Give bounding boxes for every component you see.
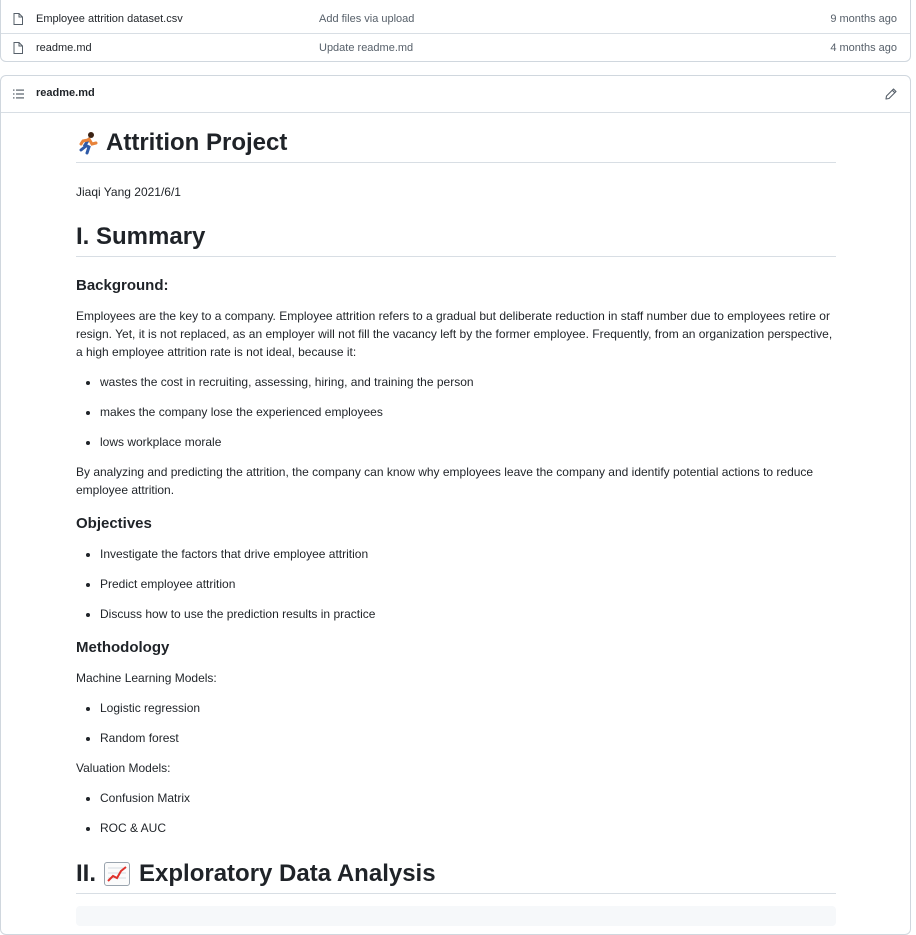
list-item: Investigate the factors that drive emplo… [100,545,836,563]
chart-increasing-icon [104,862,131,886]
list-item: lows workplace morale [100,433,836,451]
commit-time: 4 months ago [830,42,897,54]
file-row[interactable]: readme.md Update readme.md 4 months ago [1,35,910,63]
methodology-heading: Methodology [76,639,170,656]
file-list: Employee attrition dataset.csv Add files… [0,0,911,62]
list-item: Random forest [100,729,836,747]
ml-models-list: Logistic regression Random forest [76,699,836,747]
analysis-paragraph: By analyzing and predicting the attritio… [76,465,814,497]
eda-heading-prefix: II. [76,860,97,887]
eda-heading-text: Exploratory Data Analysis [139,860,436,887]
commit-time: 9 months ago [830,13,897,25]
background-paragraph: Employees are the key to a company. Empl… [76,309,833,359]
background-heading: Background: [76,277,169,294]
eda-heading: II. Exploratory Data Analysis [76,859,836,894]
markdown-body: Attrition Project Jiaqi Yang 2021/6/1 I.… [76,128,836,926]
commit-message-link[interactable]: Add files via upload [319,13,414,25]
code-block [76,906,836,926]
readme-panel: readme.md Attrition Project Jiaqi Yang 2… [0,75,911,935]
list-item: Logistic regression [100,699,836,717]
commit-message-link[interactable]: Update readme.md [319,42,413,54]
list-item: wastes the cost in recruiting, assessing… [100,373,836,391]
pencil-icon[interactable] [885,88,897,100]
readme-title-heading: Attrition Project [76,128,836,163]
valuation-label: Valuation Models: [76,761,171,775]
list-unordered-icon[interactable] [13,89,24,99]
list-item: ROC & AUC [100,819,836,837]
file-name-link[interactable]: readme.md [36,42,92,54]
readme-title-text: Attrition Project [106,129,288,156]
objectives-heading: Objectives [76,515,152,532]
list-item: Discuss how to use the prediction result… [100,605,836,623]
file-icon [13,42,23,54]
ml-models-label: Machine Learning Models: [76,671,217,685]
file-icon [13,13,23,25]
summary-heading: I. Summary [76,222,836,257]
list-item: makes the company lose the experienced e… [100,403,836,421]
valuation-list: Confusion Matrix ROC & AUC [76,789,836,837]
readme-header: readme.md [1,76,910,113]
running-person-icon [76,131,100,155]
file-row[interactable]: Employee attrition dataset.csv Add files… [1,6,910,34]
list-item: Confusion Matrix [100,789,836,807]
readme-filename[interactable]: readme.md [36,87,95,99]
list-item: Predict employee attrition [100,575,836,593]
byline: Jiaqi Yang 2021/6/1 [76,185,181,199]
file-name-link[interactable]: Employee attrition dataset.csv [36,13,183,25]
summary-heading-text: I. Summary [76,223,206,250]
background-list: wastes the cost in recruiting, assessing… [76,373,836,451]
objectives-list: Investigate the factors that drive emplo… [76,545,836,623]
